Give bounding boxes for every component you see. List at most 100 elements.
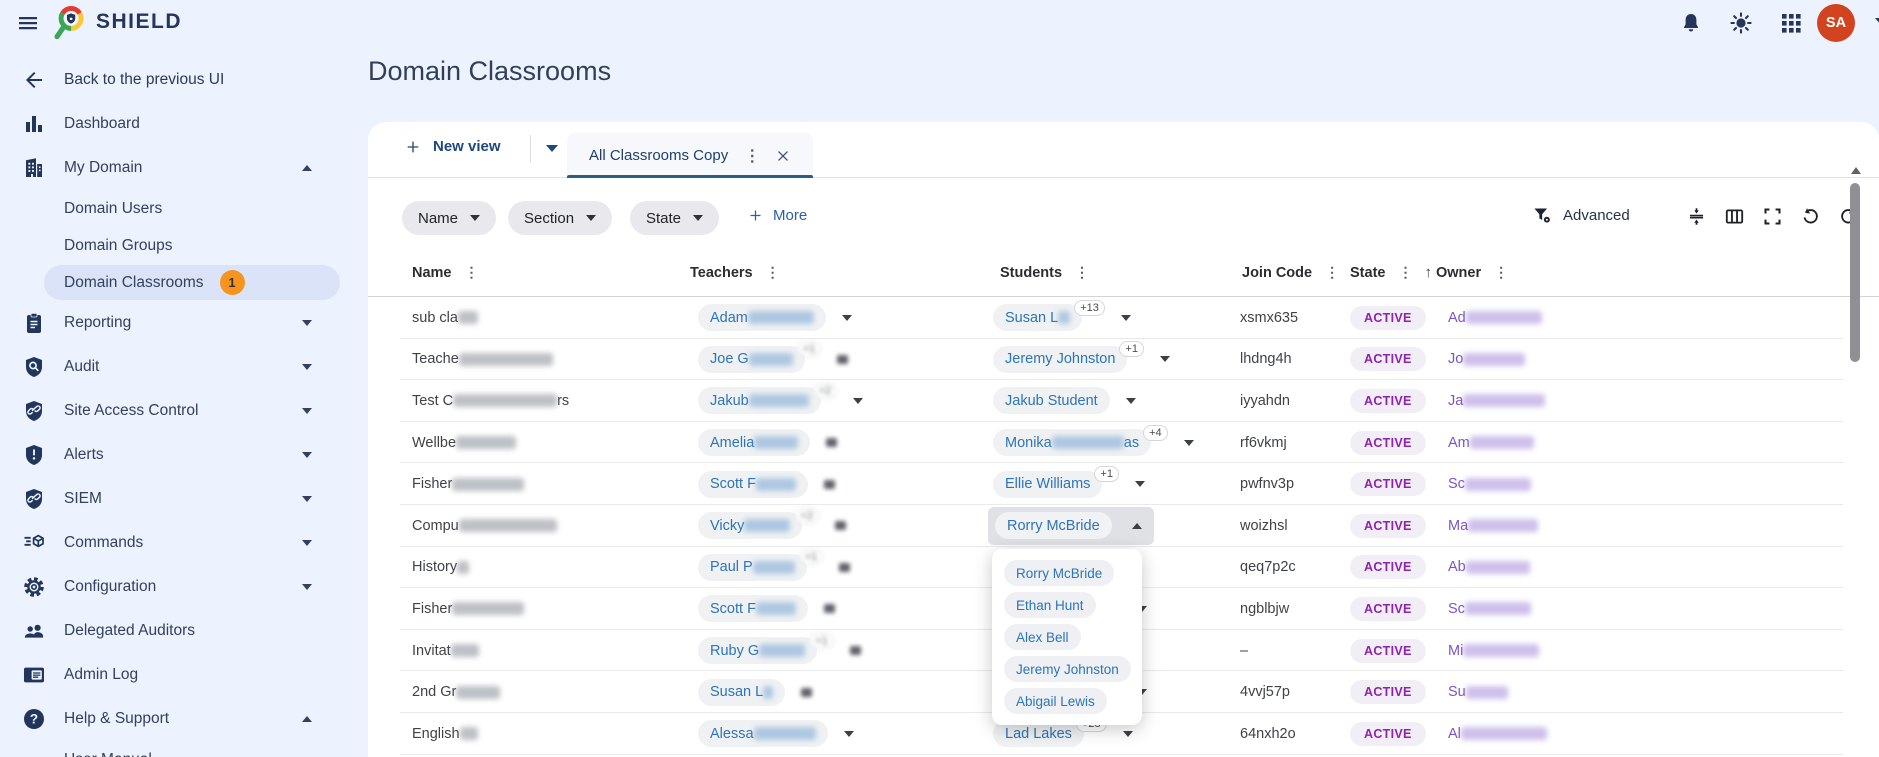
chevron-down-icon[interactable] — [1183, 439, 1194, 446]
more-filters-button[interactable]: More — [748, 207, 807, 224]
sidebar-item-back-to-the-previous-ui[interactable]: Back to the previous UI — [0, 58, 360, 102]
sidebar-item-audit[interactable]: Audit — [0, 345, 360, 389]
chevron-up-icon[interactable] — [302, 165, 312, 171]
sidebar-item-commands[interactable]: Commands — [0, 521, 360, 565]
chevron-up-icon[interactable] — [1132, 522, 1142, 529]
tab-all-classrooms-copy[interactable]: All Classrooms Copy ⋮ — [567, 133, 813, 178]
sidebar-item-dashboard[interactable]: Dashboard — [0, 102, 360, 146]
sidebar-item-domain-classrooms[interactable]: Domain Classrooms 1 — [0, 264, 360, 301]
sidebar-item-siem[interactable]: SIEM — [0, 477, 360, 521]
teacher-chip[interactable]: Scott F — [698, 470, 808, 498]
chevron-down-icon[interactable] — [302, 540, 312, 546]
student-chip[interactable]: Jeremy Johnston — [993, 345, 1128, 373]
cell-teachers: Vicky +2 — [698, 505, 846, 547]
teacher-chip[interactable]: Jakub — [698, 387, 821, 415]
sort-ascending-icon[interactable]: ↑ — [1424, 264, 1432, 281]
advanced-filter-button[interactable]: Advanced — [1532, 205, 1630, 226]
dropdown-option[interactable]: Alex Bell — [1004, 624, 1142, 650]
dropdown-option[interactable]: Abigail Lewis — [1004, 688, 1142, 714]
student-chip[interactable]: Susan L — [993, 304, 1083, 332]
chevron-down-icon[interactable] — [1120, 314, 1131, 321]
teacher-chip[interactable]: Susan L — [698, 678, 786, 706]
column-menu-icon[interactable]: ⋮ — [465, 264, 479, 281]
students-combobox-open[interactable]: Rorry McBride — [988, 506, 1154, 545]
column-menu-icon[interactable]: ⋮ — [1075, 264, 1089, 281]
filter-chip-section[interactable]: Section — [508, 201, 613, 235]
column-header-students[interactable]: Students ⋮ — [1000, 264, 1089, 281]
chevron-down-icon[interactable] — [841, 314, 852, 321]
avatar[interactable]: SA — [1817, 4, 1855, 42]
column-menu-icon[interactable]: ⋮ — [1398, 264, 1412, 281]
columns-icon[interactable] — [1724, 206, 1745, 227]
chevron-down-icon[interactable] — [843, 730, 854, 737]
column-menu-icon[interactable]: ⋮ — [766, 264, 780, 281]
chevron-down-icon[interactable] — [302, 496, 312, 502]
column-header-join-code[interactable]: Join Code ⋮ — [1242, 264, 1339, 281]
dropdown-option[interactable]: Jeremy Johnston — [1004, 656, 1142, 682]
tab-kebab-icon[interactable]: ⋮ — [744, 146, 760, 166]
sidebar-item-domain-groups[interactable]: Domain Groups — [0, 227, 360, 264]
column-header-owner[interactable]: Owner ⋮ — [1436, 264, 1508, 281]
column-header-state[interactable]: State ⋮ ↑ — [1350, 264, 1432, 281]
tab-close-icon[interactable] — [776, 149, 790, 163]
teacher-chip[interactable]: Joe G — [698, 345, 805, 373]
view-list-caret-icon[interactable] — [546, 145, 558, 152]
redacted-text — [1464, 477, 1531, 491]
student-chip[interactable]: Rorry McBride — [995, 512, 1112, 540]
filter-chip-state[interactable]: State — [630, 201, 720, 235]
chevron-down-icon[interactable] — [1122, 730, 1133, 737]
theme-toggle-icon[interactable] — [1729, 11, 1753, 35]
chevron-down-icon[interactable] — [853, 397, 864, 404]
account-caret-icon[interactable] — [1875, 18, 1879, 25]
teacher-chip[interactable]: Ruby G — [698, 637, 818, 665]
student-chip[interactable]: Ellie Williams — [993, 470, 1103, 498]
filter-chip-name[interactable]: Name — [402, 201, 497, 235]
sidebar-item-reporting[interactable]: Reporting — [0, 301, 360, 345]
chevron-down-icon[interactable] — [302, 584, 312, 590]
chevron-down-icon[interactable] — [302, 452, 312, 458]
fullscreen-icon[interactable] — [1762, 206, 1783, 227]
column-menu-icon[interactable]: ⋮ — [1325, 264, 1339, 281]
cell-name: Fisher — [412, 463, 525, 505]
sidebar-item-user-manual[interactable]: User Manual — [0, 741, 360, 757]
sidebar-item-configuration[interactable]: Configuration — [0, 565, 360, 609]
column-header-teachers[interactable]: Teachers ⋮ — [690, 264, 780, 281]
dropdown-option[interactable]: Rorry McBride — [1004, 560, 1142, 586]
teacher-chip[interactable]: Adam — [698, 304, 826, 332]
sidebar-item-delegated-auditors[interactable]: Delegated Auditors — [0, 609, 360, 653]
column-menu-icon[interactable]: ⋮ — [1494, 264, 1508, 281]
hamburger-menu-icon[interactable] — [16, 11, 40, 35]
chevron-down-icon[interactable] — [1134, 481, 1145, 488]
sidebar-item-my-domain[interactable]: My Domain — [0, 146, 360, 190]
chevron-down-icon[interactable] — [302, 320, 312, 326]
chevron-down-icon[interactable] — [1159, 356, 1170, 363]
sidebar-item-label: Domain Groups — [64, 236, 173, 254]
apps-grid-icon[interactable] — [1779, 11, 1803, 35]
vertical-scrollbar[interactable] — [1850, 183, 1860, 362]
teacher-chip[interactable]: Alessa — [698, 720, 828, 748]
new-view-button[interactable]: New view — [405, 138, 501, 155]
teacher-chip[interactable]: Vicky — [698, 512, 803, 540]
cell-students: Jeremy Johnston +1 — [993, 339, 1170, 381]
sidebar-item-admin-log[interactable]: Admin Log — [0, 653, 360, 697]
chevron-up-icon[interactable] — [302, 716, 312, 722]
column-header-name[interactable]: Name ⋮ — [412, 264, 479, 281]
chevron-down-icon[interactable] — [1125, 397, 1136, 404]
dropdown-option[interactable]: Ethan Hunt — [1004, 592, 1142, 618]
sidebar-item-domain-users[interactable]: Domain Users — [0, 190, 360, 227]
chevron-down-icon[interactable] — [302, 364, 312, 370]
cell-owner: Ad — [1448, 297, 1542, 339]
scrollbar-up-icon[interactable] — [1851, 167, 1861, 174]
sidebar-item-site-access-control[interactable]: Site Access Control — [0, 389, 360, 433]
sidebar-item-alerts[interactable]: Alerts — [0, 433, 360, 477]
notifications-icon[interactable] — [1679, 11, 1703, 35]
sidebar-item-help-support[interactable]: ? Help & Support — [0, 697, 360, 741]
student-chip[interactable]: Monika as — [993, 429, 1152, 457]
teacher-chip[interactable]: Scott F — [698, 595, 808, 623]
undo-icon[interactable] — [1800, 206, 1821, 227]
student-chip[interactable]: Jakub Student — [993, 387, 1110, 415]
teacher-chip[interactable]: Paul P — [698, 553, 807, 581]
row-height-icon[interactable] — [1686, 206, 1707, 227]
teacher-chip[interactable]: Amelia — [698, 429, 811, 457]
chevron-down-icon[interactable] — [302, 408, 312, 414]
